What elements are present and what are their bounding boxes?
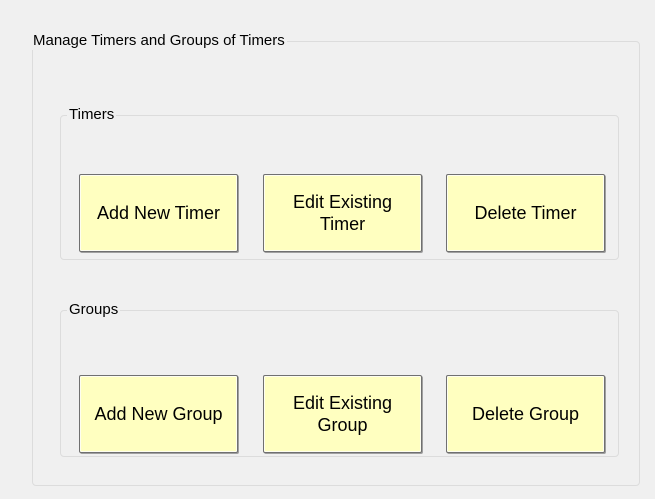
delete-group-button[interactable]: Delete Group — [446, 375, 605, 453]
delete-timer-button[interactable]: Delete Timer — [446, 174, 605, 252]
add-new-timer-button-label: Add New Timer — [96, 203, 221, 223]
edit-existing-timer-button-label: Edit Existing Timer — [292, 192, 393, 234]
timers-groupbox: Timers Add New Timer Edit Existing Timer… — [60, 106, 619, 260]
delete-timer-button-label: Delete Timer — [474, 203, 577, 223]
manage-timers-panel: Manage Timers and Groups of Timers Timer… — [0, 0, 655, 499]
groups-groupbox: Groups Add New Group Edit Existing Group… — [60, 301, 619, 457]
add-new-group-button-label: Add New Group — [94, 404, 223, 424]
add-new-timer-button[interactable]: Add New Timer — [79, 174, 238, 252]
groups-groupbox-title: Groups — [67, 301, 121, 319]
edit-existing-group-button-label: Edit Existing Group — [292, 393, 393, 435]
delete-group-button-label: Delete Group — [471, 404, 580, 424]
manage-timers-groupbox: Manage Timers and Groups of Timers Timer… — [31, 32, 640, 486]
edit-existing-timer-button[interactable]: Edit Existing Timer — [263, 174, 422, 252]
timers-groupbox-title: Timers — [67, 106, 117, 124]
add-new-group-button[interactable]: Add New Group — [79, 375, 238, 453]
edit-existing-group-button[interactable]: Edit Existing Group — [263, 375, 422, 453]
manage-timers-groupbox-title: Manage Timers and Groups of Timers — [31, 32, 287, 50]
